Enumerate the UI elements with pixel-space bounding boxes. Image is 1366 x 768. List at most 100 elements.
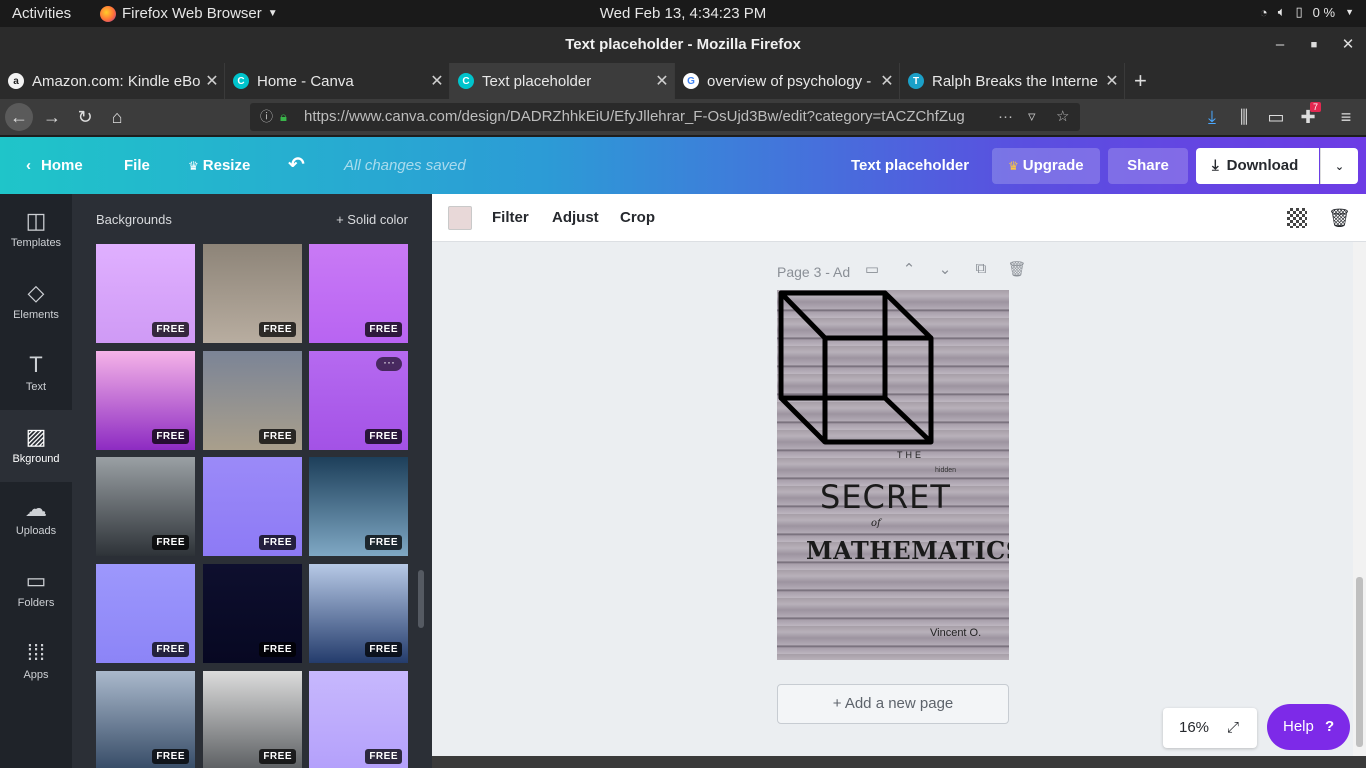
background-thumbnail[interactable]: FREE [309, 564, 408, 663]
rail-label: Folders [17, 597, 55, 609]
delete-page-icon[interactable]: 🗑︎ [1007, 260, 1027, 278]
rail-background[interactable]: ▨ Bkground [0, 410, 72, 482]
rail-apps[interactable]: ⁞⁞⁞ Apps [0, 626, 72, 698]
reload-button[interactable]: ↻ [71, 103, 99, 131]
downloads-icon[interactable]: ⤓ [1198, 103, 1226, 131]
help-label: Help [1283, 718, 1314, 735]
rail-folders[interactable]: ▭ Folders [0, 554, 72, 626]
sidebar-icon[interactable]: ▭ [1262, 103, 1290, 131]
system-tray[interactable]: ◔ 🔈︎ ▯ 0 % ▼ [1260, 4, 1354, 20]
url-bar[interactable]: ⓘ 🔒︎ https://www.canva.com/design/DADRZh… [250, 103, 1080, 131]
new-tab-button[interactable]: + [1126, 63, 1156, 99]
close-tab-icon[interactable]: ✕ [875, 71, 899, 91]
home-button[interactable]: ‹ Home [26, 137, 83, 194]
background-thumbnail[interactable]: FREE [96, 244, 195, 343]
menu-icon[interactable]: ≡ [1332, 103, 1360, 131]
background-thumbnail[interactable]: FREE ··· [309, 351, 408, 450]
adjust-button[interactable]: Adjust [552, 194, 599, 242]
url-text[interactable]: https://www.canva.com/design/DADRZhhkEiU… [304, 103, 964, 131]
close-tab-icon[interactable]: ✕ [425, 71, 449, 91]
file-menu[interactable]: File [124, 137, 150, 194]
download-button[interactable]: ⤓ Download [1196, 148, 1319, 184]
help-button[interactable]: Help ? [1267, 704, 1350, 750]
bookmark-star-icon[interactable]: ☆ [1056, 103, 1069, 131]
tab-home-canva[interactable]: C Home - Canva ✕ [225, 63, 450, 99]
pocket-icon[interactable]: ▿ [1028, 103, 1036, 131]
background-thumbnail[interactable]: FREE [203, 244, 302, 343]
design-page[interactable]: THE hidden SECRET of MATHEMATICS Vincent… [777, 290, 1009, 660]
zoom-level[interactable]: 16% [1179, 708, 1209, 748]
tab-amazon[interactable]: a Amazon.com: Kindle eBo ✕ [0, 63, 225, 99]
minimize-icon[interactable]: – [1270, 27, 1290, 63]
design-text-mathematics[interactable]: MATHEMATICS [806, 536, 1009, 565]
design-text-of[interactable]: of [871, 518, 881, 529]
comment-icon[interactable]: ▭ [862, 260, 882, 278]
trash-icon[interactable]: 🗑︎ [1328, 194, 1351, 242]
rail-uploads[interactable]: ☁ Uploads [0, 482, 72, 554]
canvas-scroll-thumb[interactable] [1356, 577, 1363, 747]
page-actions-icon[interactable]: ··· [998, 103, 1013, 131]
battery-percent: 0 % [1312, 4, 1336, 20]
zoom-control[interactable]: 16% ⤢ [1163, 708, 1257, 748]
back-button[interactable]: ← [5, 103, 33, 131]
background-thumbnail[interactable]: FREE [203, 457, 302, 556]
background-thumbnail[interactable]: FREE [96, 351, 195, 450]
background-thumbnail[interactable]: FREE [203, 351, 302, 450]
duplicate-page-icon[interactable]: ⧉ [971, 260, 991, 277]
add-page-button[interactable]: + Add a new page [777, 684, 1009, 724]
design-text-hidden[interactable]: hidden [935, 467, 956, 474]
transparency-icon[interactable] [1287, 208, 1307, 228]
rail-templates[interactable]: ◫ Templates [0, 194, 72, 266]
undo-icon[interactable]: ↶ [288, 137, 305, 194]
close-tab-icon[interactable]: ✕ [1100, 71, 1124, 91]
panel-scrollbar[interactable] [418, 570, 424, 628]
background-thumbnail[interactable]: FREE [309, 457, 408, 556]
design-text-author[interactable]: Vincent O. [930, 627, 981, 639]
close-tab-icon[interactable]: ✕ [200, 71, 224, 91]
clock[interactable]: Wed Feb 13, 4:34:23 PM [0, 5, 1366, 22]
free-badge: FREE [365, 642, 402, 657]
download-options-button[interactable]: ⌄ [1320, 148, 1358, 184]
background-thumbnail[interactable]: FREE [96, 564, 195, 663]
rail-elements[interactable]: ◇ Elements [0, 266, 72, 338]
move-up-icon[interactable]: ⌃ [899, 260, 919, 278]
move-down-icon[interactable]: ⌄ [935, 260, 955, 278]
close-icon[interactable]: ✕ [1338, 27, 1358, 63]
share-button[interactable]: Share [1108, 148, 1188, 184]
background-thumbnail[interactable]: FREE [203, 564, 302, 663]
background-thumbnail[interactable]: FREE [309, 671, 408, 768]
design-title[interactable]: Text placeholder [851, 137, 969, 194]
maximize-icon[interactable]: ■ [1304, 27, 1324, 63]
lock-icon: 🔒︎ [280, 109, 287, 124]
cube-graphic[interactable] [777, 290, 1009, 660]
rail-label: Templates [10, 237, 62, 249]
tab-text-placeholder[interactable]: C Text placeholder ✕ [450, 63, 675, 99]
free-badge: FREE [152, 642, 189, 657]
solid-color-button[interactable]: + Solid color [336, 212, 408, 227]
forward-button[interactable]: → [38, 103, 66, 131]
library-icon[interactable]: ⫼ [1230, 103, 1258, 131]
crop-button[interactable]: Crop [620, 194, 655, 242]
fullscreen-icon[interactable]: ⤢ [1227, 708, 1239, 748]
filter-button[interactable]: Filter [492, 194, 529, 242]
design-text-the[interactable]: THE [897, 450, 924, 460]
home-icon[interactable]: ⌂ [103, 103, 131, 131]
background-thumbnail[interactable]: FREE [96, 457, 195, 556]
canvas-scrollbar[interactable] [1353, 242, 1366, 756]
close-tab-icon[interactable]: ✕ [650, 71, 674, 91]
tab-ralph[interactable]: T Ralph Breaks the Interne ✕ [900, 63, 1125, 99]
background-thumbnail[interactable]: FREE [309, 244, 408, 343]
more-options-icon[interactable]: ··· [376, 356, 402, 371]
info-icon[interactable]: ⓘ [260, 103, 273, 131]
rail-text[interactable]: T Text [0, 338, 72, 410]
t-icon: T [908, 73, 924, 89]
design-text-secret[interactable]: SECRET [820, 478, 951, 516]
wifi-icon: ◔ [1259, 4, 1268, 20]
background-thumbnail[interactable]: FREE [203, 671, 302, 768]
background-thumbnail[interactable]: FREE [96, 671, 195, 768]
color-swatch[interactable] [448, 206, 472, 230]
upgrade-button[interactable]: ♛ Upgrade [992, 148, 1100, 184]
resize-button[interactable]: ♛ Resize [188, 137, 250, 194]
page-label[interactable]: Page 3 - Ad [777, 264, 850, 280]
tab-psychology[interactable]: G overview of psychology - ✕ [675, 63, 900, 99]
